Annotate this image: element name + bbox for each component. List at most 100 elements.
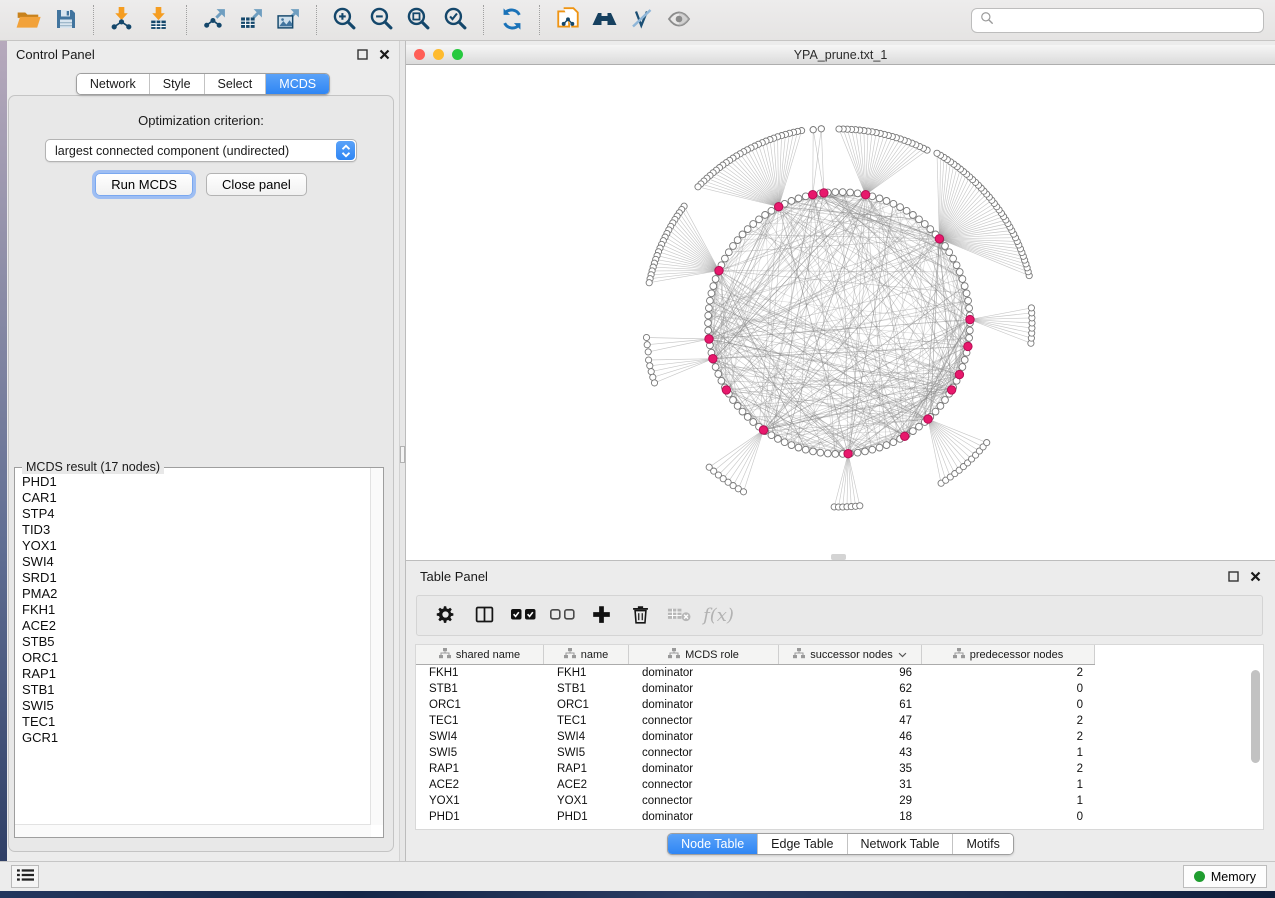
- network-node[interactable]: [966, 335, 973, 342]
- mcds-result-item[interactable]: STP4: [22, 506, 370, 522]
- network-node[interactable]: [708, 290, 715, 297]
- window-close-button[interactable]: [414, 49, 425, 60]
- mcds-result-item[interactable]: SRD1: [22, 570, 370, 586]
- tab-node-table[interactable]: Node Table: [668, 834, 757, 854]
- table-row[interactable]: ACE2ACE2connector311: [416, 777, 1263, 793]
- network-node[interactable]: [744, 226, 751, 233]
- clone-network-button[interactable]: [549, 3, 586, 37]
- network-leaf-node[interactable]: [695, 184, 701, 190]
- export-image-button[interactable]: [270, 3, 307, 37]
- mcds-hub-node[interactable]: [964, 342, 972, 350]
- network-node[interactable]: [966, 327, 973, 334]
- network-node[interactable]: [961, 283, 968, 290]
- network-node[interactable]: [950, 255, 957, 262]
- network-node[interactable]: [883, 198, 890, 205]
- tab-network-table[interactable]: Network Table: [847, 834, 953, 854]
- table-row[interactable]: SWI5SWI5connector431: [416, 745, 1263, 761]
- float-panel-icon[interactable]: [1228, 571, 1239, 582]
- network-node[interactable]: [705, 327, 712, 334]
- window-maximize-button[interactable]: [452, 49, 463, 60]
- splitter-grip[interactable]: [400, 446, 405, 463]
- mcds-hub-node[interactable]: [705, 335, 713, 343]
- network-node[interactable]: [730, 243, 737, 250]
- network-node[interactable]: [706, 305, 713, 312]
- network-node[interactable]: [715, 371, 722, 378]
- network-node[interactable]: [734, 403, 741, 410]
- network-node[interactable]: [705, 312, 712, 319]
- zoom-selected-button[interactable]: [437, 3, 474, 37]
- network-node[interactable]: [718, 377, 725, 384]
- network-node[interactable]: [910, 212, 917, 219]
- export-table-button[interactable]: [233, 3, 270, 37]
- mcds-result-item[interactable]: PHD1: [22, 474, 370, 490]
- table-row[interactable]: RAP1RAP1dominator352: [416, 761, 1263, 777]
- network-node[interactable]: [937, 403, 944, 410]
- network-node[interactable]: [710, 283, 717, 290]
- network-leaf-node[interactable]: [836, 126, 842, 132]
- table-row[interactable]: TEC1TEC1connector472: [416, 713, 1263, 729]
- network-node[interactable]: [942, 243, 949, 250]
- mcds-hub-node[interactable]: [935, 235, 943, 243]
- network-node[interactable]: [890, 439, 897, 446]
- network-node[interactable]: [961, 357, 968, 364]
- network-node[interactable]: [768, 432, 775, 439]
- table-row[interactable]: PHD1PHD1dominator180: [416, 809, 1263, 825]
- network-node[interactable]: [916, 423, 923, 430]
- mcds-hub-node[interactable]: [955, 370, 963, 378]
- network-leaf-node[interactable]: [647, 363, 653, 369]
- mcds-hub-node[interactable]: [709, 355, 717, 363]
- network-node[interactable]: [795, 195, 802, 202]
- network-node[interactable]: [730, 397, 737, 404]
- network-node[interactable]: [802, 446, 809, 453]
- network-node[interactable]: [854, 190, 861, 197]
- mcds-result-item[interactable]: PMA2: [22, 586, 370, 602]
- mcds-hub-node[interactable]: [861, 191, 869, 199]
- network-leaf-node[interactable]: [984, 440, 990, 446]
- tab-motifs[interactable]: Motifs: [952, 834, 1012, 854]
- network-node[interactable]: [883, 442, 890, 449]
- run-mcds-button[interactable]: Run MCDS: [95, 173, 193, 196]
- close-panel-icon[interactable]: [1250, 571, 1261, 582]
- search-input[interactable]: [1000, 13, 1255, 29]
- network-node[interactable]: [712, 364, 719, 371]
- mcds-result-item[interactable]: GCR1: [22, 730, 370, 746]
- mcds-hub-node[interactable]: [924, 415, 932, 423]
- network-node[interactable]: [788, 442, 795, 449]
- mcds-hub-node[interactable]: [844, 450, 852, 458]
- network-node[interactable]: [921, 221, 928, 228]
- tab-style[interactable]: Style: [149, 74, 204, 94]
- network-node[interactable]: [862, 448, 869, 455]
- network-node[interactable]: [956, 269, 963, 276]
- network-node[interactable]: [916, 216, 923, 223]
- zoom-out-button[interactable]: [363, 3, 400, 37]
- network-leaf-node[interactable]: [818, 126, 824, 132]
- column-header-name[interactable]: name: [544, 645, 629, 664]
- save-session-button[interactable]: [47, 3, 84, 37]
- network-leaf-node[interactable]: [646, 280, 652, 286]
- zoom-in-button[interactable]: [326, 3, 363, 37]
- float-panel-icon[interactable]: [357, 49, 368, 60]
- column-header-successor-nodes[interactable]: successor nodes: [779, 645, 922, 664]
- network-node[interactable]: [707, 297, 714, 304]
- table-row[interactable]: YOX1YOX1connector291: [416, 793, 1263, 809]
- network-node[interactable]: [817, 449, 824, 456]
- zoom-fit-button[interactable]: [400, 3, 437, 37]
- network-node[interactable]: [750, 221, 757, 228]
- table-row[interactable]: ORC1ORC1dominator610: [416, 697, 1263, 713]
- network-node[interactable]: [897, 204, 904, 211]
- network-node[interactable]: [725, 249, 732, 256]
- mcds-hub-node[interactable]: [775, 203, 783, 211]
- network-node[interactable]: [824, 450, 831, 457]
- columns-button[interactable]: [465, 598, 504, 634]
- network-leaf-node[interactable]: [810, 127, 816, 133]
- result-vertical-scrollbar[interactable]: [370, 468, 383, 825]
- window-minimize-button[interactable]: [433, 49, 444, 60]
- mcds-result-item[interactable]: STB1: [22, 682, 370, 698]
- network-node[interactable]: [839, 189, 846, 196]
- table-row[interactable]: FKH1FKH1dominator962: [416, 665, 1263, 681]
- network-canvas[interactable]: [406, 65, 1275, 560]
- network-node[interactable]: [744, 414, 751, 421]
- network-node[interactable]: [959, 364, 966, 371]
- network-leaf-node[interactable]: [644, 342, 650, 348]
- column-header-mcds-role[interactable]: MCDS role: [629, 645, 779, 664]
